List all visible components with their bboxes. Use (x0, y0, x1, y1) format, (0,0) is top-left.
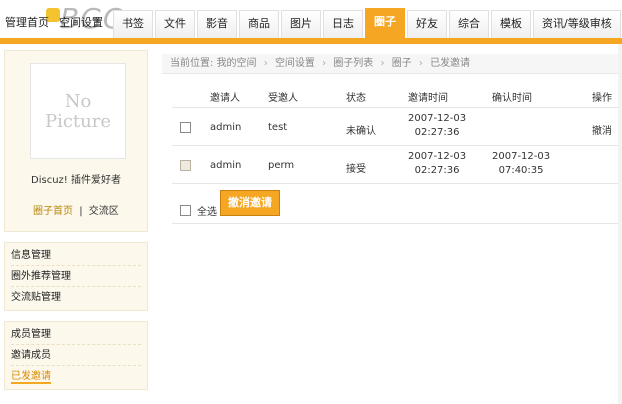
invite-date: 2007-12-03 (408, 113, 467, 124)
sidebar-item-sent-invites-label: 已发邀请 (11, 371, 51, 384)
select-all-checkbox[interactable] (180, 203, 191, 216)
sidebar-item-external-recommend[interactable]: 圈外推荐管理 (11, 266, 141, 287)
row-checkbox[interactable] (180, 122, 191, 134)
table-header: 邀请人 受邀人 状态 邀请时间 确认时间 操作 (172, 84, 618, 108)
cell-invite-time: 2007-12-03 02:27:36 (408, 112, 466, 140)
breadcrumb-separator: › (263, 58, 268, 69)
tab-friends[interactable]: 好友 (407, 10, 447, 38)
sidebar-item-posts-manage[interactable]: 交流贴管理 (11, 287, 141, 308)
breadcrumb-current: 已发邀请 (430, 58, 471, 69)
circle-name: Discuz! 插件爱好者 (31, 175, 121, 186)
table-row: admin test 未确认 2007-12-03 02:27:36 撤消 (172, 108, 618, 146)
col-confirm-time: 确认时间 (492, 93, 532, 104)
sidebar-item-sent-invites[interactable]: 已发邀请 (11, 366, 141, 387)
tab-circles[interactable]: 圈子 (365, 8, 405, 38)
avatar-line1: No (64, 91, 92, 112)
confirm-date: 2007-12-03 (492, 151, 551, 162)
top-navigation: BGC 管理首页 空间设置 书签 文件 影音 商品 图片 日志 圈子 好友 综合… (0, 0, 622, 44)
cell-invitee: perm (268, 160, 295, 171)
col-inviter: 邀请人 (210, 93, 240, 104)
link-separator: | (79, 206, 83, 217)
tab-files[interactable]: 文件 (155, 10, 195, 38)
tab-space-settings[interactable]: 空间设置 (59, 10, 111, 38)
invites-table: 邀请人 受邀人 状态 邀请时间 确认时间 操作 admin test 未确认 2… (172, 84, 618, 224)
invite-clock: 02:27:36 (414, 165, 460, 176)
invite-clock: 02:27:36 (414, 127, 460, 138)
avatar-line2: Picture (44, 111, 112, 132)
col-action: 操作 (592, 93, 612, 104)
sidebar-item-invite-members[interactable]: 邀请成员 (11, 345, 141, 366)
cell-status: 接受 (346, 164, 366, 175)
no-picture-placeholder: No Picture (31, 64, 125, 158)
circle-home-link[interactable]: 圈子首页 (33, 206, 73, 217)
sidebar-item-members-manage[interactable]: 成员管理 (11, 324, 141, 345)
breadcrumb-separator: › (322, 58, 327, 69)
breadcrumb: 当前位置: 我的空间 › 空间设置 › 圈子列表 › 圈子 › 已发邀请 (162, 54, 618, 74)
tab-general[interactable]: 综合 (449, 10, 489, 38)
sidebar-group-info: 信息管理 圈外推荐管理 交流贴管理 (4, 242, 148, 311)
breadcrumb-space-settings[interactable]: 空间设置 (275, 58, 315, 69)
col-status: 状态 (346, 93, 366, 104)
cell-invite-time: 2007-12-03 02:27:36 (408, 150, 466, 178)
sidebar-group-members: 成员管理 邀请成员 已发邀请 (4, 321, 148, 390)
tab-images[interactable]: 图片 (281, 10, 321, 38)
profile-links: 圈子首页 | 交流区 (33, 202, 119, 217)
cell-invitee: test (268, 122, 288, 133)
invite-date: 2007-12-03 (408, 151, 467, 162)
table-footer: 全选 撤消邀请 (172, 184, 618, 224)
avatar[interactable]: No Picture (30, 63, 126, 159)
revoke-invites-button[interactable]: 撤消邀请 (220, 190, 280, 216)
tab-admin-home[interactable]: 管理首页 (0, 10, 57, 38)
exchange-link[interactable]: 交流区 (89, 206, 119, 217)
breadcrumb-prefix: 当前位置: (170, 58, 214, 69)
revoke-link[interactable]: 撤消 (592, 122, 612, 137)
profile-card: No Picture Discuz! 插件爱好者 圈子首页 | 交流区 (4, 50, 148, 232)
tab-templates[interactable]: 模板 (491, 10, 531, 38)
cell-inviter: admin (210, 122, 242, 133)
cell-inviter: admin (210, 160, 242, 171)
nav-tabs: 管理首页 空间设置 书签 文件 影音 商品 图片 日志 圈子 好友 综合 模板 … (0, 8, 622, 38)
sidebar: No Picture Discuz! 插件爱好者 圈子首页 | 交流区 信息管理… (4, 50, 148, 390)
page-scrollbar[interactable] (618, 44, 622, 404)
tab-info-review[interactable]: 资讯/等级审核 (533, 10, 621, 38)
tab-media[interactable]: 影音 (197, 10, 237, 38)
tab-goods[interactable]: 商品 (239, 10, 279, 38)
confirm-clock: 07:40:35 (498, 165, 544, 176)
row-checkbox[interactable] (180, 160, 191, 172)
breadcrumb-separator: › (418, 58, 423, 69)
select-all-label[interactable]: 全选 (197, 203, 217, 218)
table-row: admin perm 接受 2007-12-03 02:27:36 2007-1… (172, 146, 618, 184)
tab-blog[interactable]: 日志 (323, 10, 363, 38)
col-invite-time: 邀请时间 (408, 93, 448, 104)
cell-status: 未确认 (346, 126, 376, 137)
tab-bookmarks[interactable]: 书签 (113, 10, 153, 38)
breadcrumb-separator: › (380, 58, 385, 69)
cell-confirm-time: 2007-12-03 07:40:35 (492, 150, 550, 178)
nav-baseline (0, 38, 622, 44)
breadcrumb-circle-list[interactable]: 圈子列表 (333, 58, 373, 69)
sidebar-item-info-manage[interactable]: 信息管理 (11, 245, 141, 266)
col-invitee: 受邀人 (268, 93, 298, 104)
breadcrumb-my-space[interactable]: 我的空间 (217, 58, 257, 69)
breadcrumb-circle[interactable]: 圈子 (392, 58, 412, 69)
